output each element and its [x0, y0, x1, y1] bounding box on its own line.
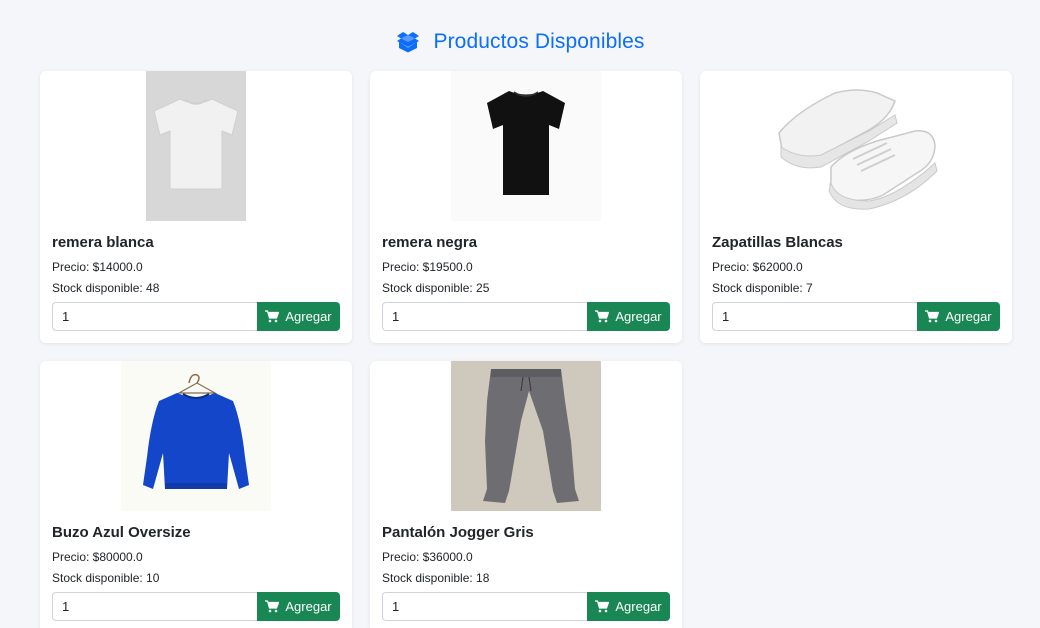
- black-tshirt-image: [451, 71, 601, 221]
- product-stock: Stock disponible: 18: [382, 571, 490, 585]
- product-image-wrapper: [700, 71, 1012, 221]
- product-card: Buzo Azul Oversize Precio: $80000.0 Stoc…: [40, 361, 352, 628]
- product-card: Pantalón Jogger Gris Precio: $36000.0 St…: [370, 361, 682, 628]
- box-open-icon: [397, 32, 420, 53]
- product-image-wrapper: [40, 71, 352, 221]
- product-price: Precio: $62000.0: [712, 260, 803, 274]
- page-title: Productos Disponibles: [433, 30, 645, 53]
- product-name: Buzo Azul Oversize: [52, 524, 191, 541]
- product-image-wrapper: [370, 71, 682, 221]
- product-stock: Stock disponible: 7: [712, 281, 813, 295]
- blue-sweatshirt-image: [121, 361, 271, 511]
- add-button-label: Agregar: [945, 309, 992, 324]
- product-name: remera negra: [382, 234, 478, 251]
- product-price: Precio: $80000.0: [52, 550, 143, 564]
- add-to-cart-button[interactable]: Agregar: [587, 592, 670, 621]
- add-to-cart-button[interactable]: Agregar: [917, 302, 1000, 331]
- add-button-label: Agregar: [615, 599, 662, 614]
- quantity-input[interactable]: [52, 592, 258, 621]
- grey-jogger-image: [451, 361, 601, 511]
- product-price: Precio: $19500.0: [382, 260, 473, 274]
- product-stock: Stock disponible: 48: [52, 281, 160, 295]
- add-button-label: Agregar: [285, 599, 332, 614]
- cart-icon: [265, 600, 280, 613]
- add-button-label: Agregar: [285, 309, 332, 324]
- product-stock: Stock disponible: 25: [382, 281, 490, 295]
- product-name: remera blanca: [52, 234, 154, 251]
- product-card: remera blanca Precio: $14000.0 Stock dis…: [40, 71, 352, 343]
- product-name: Pantalón Jogger Gris: [382, 524, 534, 541]
- cart-icon: [595, 600, 610, 613]
- quantity-input[interactable]: [382, 302, 588, 331]
- white-tshirt-image: [146, 71, 246, 221]
- quantity-input[interactable]: [712, 302, 918, 331]
- product-price: Precio: $36000.0: [382, 550, 473, 564]
- add-to-cart-button[interactable]: Agregar: [587, 302, 670, 331]
- cart-icon: [595, 310, 610, 323]
- product-image-wrapper: [40, 361, 352, 511]
- add-to-cart-button[interactable]: Agregar: [257, 592, 340, 621]
- add-button-label: Agregar: [615, 309, 662, 324]
- cart-icon: [925, 310, 940, 323]
- product-price: Precio: $14000.0: [52, 260, 143, 274]
- product-name: Zapatillas Blancas: [712, 234, 843, 251]
- product-card: remera negra Precio: $19500.0 Stock disp…: [370, 71, 682, 343]
- product-stock: Stock disponible: 10: [52, 571, 160, 585]
- cart-icon: [265, 310, 280, 323]
- product-image-wrapper: [370, 361, 682, 511]
- product-card: Zapatillas Blancas Precio: $62000.0 Stoc…: [700, 71, 1012, 343]
- quantity-input[interactable]: [52, 302, 258, 331]
- page-header: Productos Disponibles: [0, 28, 1040, 56]
- add-to-cart-button[interactable]: Agregar: [257, 302, 340, 331]
- white-sneakers-image: [757, 71, 955, 221]
- quantity-input[interactable]: [382, 592, 588, 621]
